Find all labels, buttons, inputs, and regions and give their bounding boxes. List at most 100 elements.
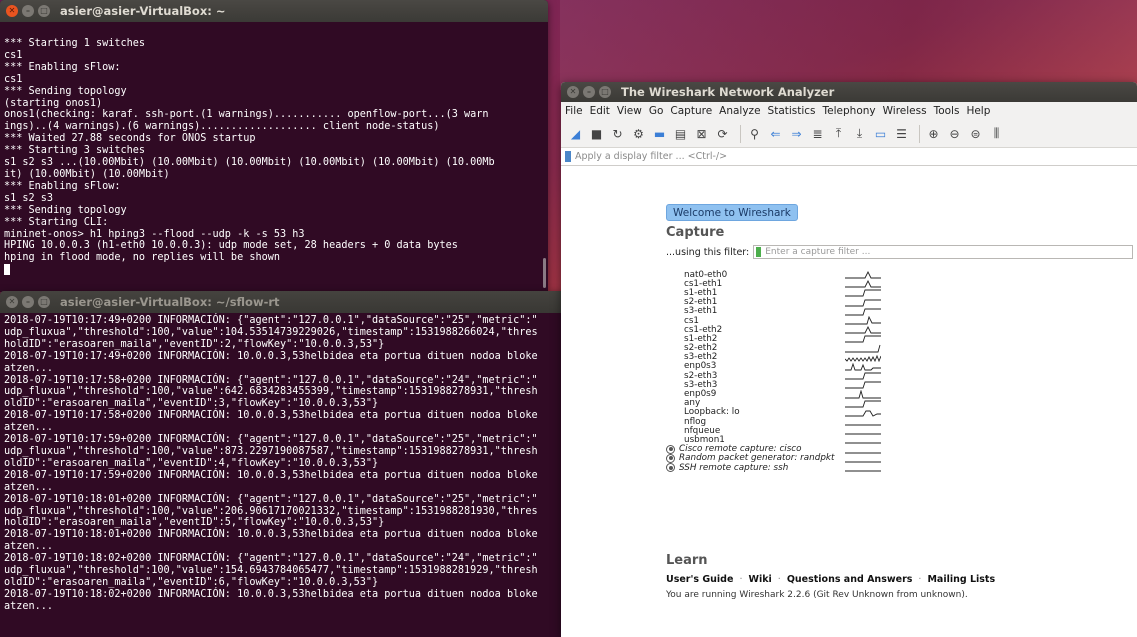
remote-settings-icon[interactable]	[666, 444, 675, 454]
remote-settings-icon[interactable]	[666, 463, 675, 473]
open-folder-icon[interactable]: ▬	[651, 125, 668, 142]
restart-icon[interactable]: ↻	[609, 125, 626, 142]
scrollbar[interactable]	[543, 258, 546, 288]
save-file-icon[interactable]: ▤	[672, 125, 689, 142]
terminal-line: oldID":"erasoaren_maila","eventID":3,"fl…	[4, 398, 379, 410]
terminal-titlebar[interactable]: ✕ – □ asier@asier-VirtualBox: ~/sflow-rt	[0, 291, 597, 313]
terminal-line: s1 s2 s3	[4, 192, 54, 204]
terminal-line: udp_fluxua","threshold":100,"value":642.…	[4, 386, 538, 398]
go-to-packet-icon[interactable]: ≣	[809, 125, 826, 142]
resize-columns-icon[interactable]: ⫼	[988, 125, 1005, 142]
terminal-line: *** Enabling sFlow:	[4, 61, 121, 73]
menu-item-view[interactable]: View	[617, 105, 642, 117]
options-gear-icon[interactable]: ⚙	[630, 125, 647, 142]
terminal-line: onos1(checking: karaf. ssh-port.(1 warni…	[4, 109, 489, 121]
terminal-line: atzen...	[4, 541, 54, 553]
terminal-window-sflow[interactable]: ✕ – □ asier@asier-VirtualBox: ~/sflow-rt…	[0, 291, 597, 637]
go-forward-icon[interactable]: ⇒	[788, 125, 805, 142]
traffic-sparkline	[845, 424, 881, 426]
traffic-sparkline	[845, 400, 881, 408]
normal-size-icon[interactable]: ⊜	[967, 125, 984, 142]
wireshark-window[interactable]: ✕ – □ The Wireshark Network Analyzer Fil…	[561, 82, 1137, 637]
traffic-sparkline	[845, 372, 881, 380]
using-filter-label: ...using this filter:	[666, 246, 750, 258]
terminal-line: *** Starting 3 switches	[4, 145, 146, 157]
menu-item-edit[interactable]: Edit	[590, 105, 610, 117]
remote-settings-icon[interactable]	[666, 453, 675, 463]
terminal-line: *** Starting 1 switches	[4, 38, 146, 49]
learn-link[interactable]: Wiki	[748, 574, 771, 585]
zoom-out-icon[interactable]: ⊖	[946, 125, 963, 142]
terminal-line: 2018-07-19T10:18:01+0200 INFORMACIÓN: 10…	[4, 529, 538, 541]
terminal-line: 2018-07-19T10:18:01+0200 INFORMACIÓN: {"…	[4, 493, 538, 505]
traffic-sparkline	[845, 354, 881, 362]
wireshark-titlebar[interactable]: ✕ – □ The Wireshark Network Analyzer	[561, 82, 1137, 102]
terminal-line: hping in flood mode, no replies will be …	[4, 252, 281, 264]
last-packet-icon[interactable]: ⤓	[851, 125, 868, 142]
remote-interface-row[interactable]: SSH remote capture: ssh	[666, 462, 996, 473]
interface-name: SSH remote capture: ssh	[679, 462, 789, 473]
menu-item-capture[interactable]: Capture	[670, 105, 712, 117]
terminal-line: 2018-07-19T10:17:58+0200 INFORMACIÓN: {"…	[4, 374, 538, 386]
filter-bookmark-icon[interactable]	[756, 247, 762, 257]
reload-icon[interactable]: ⟳	[714, 125, 731, 142]
traffic-sparkline	[845, 381, 881, 389]
learn-link[interactable]: User's Guide	[666, 574, 733, 585]
terminal-line: udp_fluxua","threshold":100,"value":104.…	[4, 326, 538, 338]
terminal-line: *** Sending topology	[4, 85, 127, 97]
minimize-icon[interactable]: –	[22, 296, 34, 308]
find-packet-icon[interactable]: ⚲	[746, 125, 763, 142]
window-title: asier@asier-VirtualBox: ~/sflow-rt	[60, 295, 280, 309]
terminal-window-main[interactable]: ✕ – □ asier@asier-VirtualBox: ~ *** Star…	[0, 0, 548, 292]
minimize-icon[interactable]: –	[22, 5, 34, 17]
menu-item-statistics[interactable]: Statistics	[768, 105, 816, 117]
learn-link[interactable]: Questions and Answers	[787, 574, 913, 585]
bookmark-icon[interactable]	[565, 151, 571, 162]
close-icon[interactable]: ✕	[567, 86, 579, 98]
terminal-titlebar[interactable]: ✕ – □ asier@asier-VirtualBox: ~	[0, 0, 548, 22]
main-toolbar: ◢ ■ ↻ ⚙ ▬ ▤ ⊠ ⟳ ⚲ ⇐ ⇒ ≣ ⤒ ⤓ ▭ ☰ ⊕ ⊖ ⊜ ⫼	[561, 120, 1137, 148]
menu-item-telephony[interactable]: Telephony	[823, 105, 876, 117]
go-back-icon[interactable]: ⇐	[767, 125, 784, 142]
first-packet-icon[interactable]: ⤒	[830, 125, 847, 142]
stop-icon[interactable]: ■	[588, 125, 605, 142]
welcome-button[interactable]: Welcome to Wireshark	[666, 204, 798, 221]
minimize-icon[interactable]: –	[583, 86, 595, 98]
terminal-line: atzen...	[4, 362, 54, 374]
maximize-icon[interactable]: □	[599, 86, 611, 98]
terminal-line: HPING 10.0.0.3 (h1-eth0 10.0.0.3): udp m…	[4, 240, 458, 252]
terminal-line: *** Waited 27.88 seconds for ONOS startu…	[4, 133, 256, 145]
terminal-line: 2018-07-19T10:17:49+0200 INFORMACIÓN: 10…	[4, 350, 538, 362]
autoscroll-icon[interactable]: ▭	[872, 125, 889, 142]
terminal-cursor	[4, 264, 10, 276]
capture-filter-input[interactable]: Enter a capture filter ...	[753, 245, 1134, 259]
interface-list: nat0-eth0 cs1-eth1 s1-eth1 s2-eth1 s3-eth1 cs…	[666, 270, 996, 473]
terminal-line: *** Starting CLI:	[4, 216, 109, 228]
learn-link[interactable]: Mailing Lists	[927, 574, 995, 585]
menu-item-help[interactable]: Help	[966, 105, 990, 117]
zoom-in-icon[interactable]: ⊕	[925, 125, 942, 142]
menu-item-wireless[interactable]: Wireless	[883, 105, 927, 117]
traffic-sparkline	[845, 470, 881, 472]
terminal-output[interactable]: *** Starting 1 switches cs1 *** Enabling s…	[0, 36, 548, 278]
close-icon[interactable]: ✕	[6, 5, 18, 17]
close-icon[interactable]: ✕	[6, 296, 18, 308]
shark-fin-icon[interactable]: ◢	[567, 125, 584, 142]
maximize-icon[interactable]: □	[38, 5, 50, 17]
menu-item-tools[interactable]: Tools	[934, 105, 960, 117]
traffic-sparkline	[845, 271, 881, 279]
terminal-output[interactable]: 2018-07-19T10:17:49+0200 INFORMACIÓN: {"…	[0, 313, 597, 615]
colorize-icon[interactable]: ☰	[893, 125, 910, 142]
display-filter-input[interactable]: Apply a display filter ... <Ctrl-/>	[561, 148, 1137, 166]
menu-item-go[interactable]: Go	[649, 105, 664, 117]
traffic-sparkline	[845, 362, 881, 371]
close-file-icon[interactable]: ⊠	[693, 125, 710, 142]
menu-item-analyze[interactable]: Analyze	[719, 105, 760, 117]
terminal-line: 2018-07-19T10:17:49+0200 INFORMACIÓN: {"…	[4, 315, 538, 326]
terminal-line: holdID":"erasoaren_maila","eventID":2,"f…	[4, 338, 385, 350]
terminal-line: udp_fluxua","threshold":100,"value":206.…	[4, 505, 538, 517]
traffic-sparkline	[845, 308, 881, 316]
menu-item-file[interactable]: File	[565, 105, 583, 117]
terminal-line: 2018-07-19T10:18:02+0200 INFORMACIÓN: {"…	[4, 553, 538, 565]
maximize-icon[interactable]: □	[38, 296, 50, 308]
